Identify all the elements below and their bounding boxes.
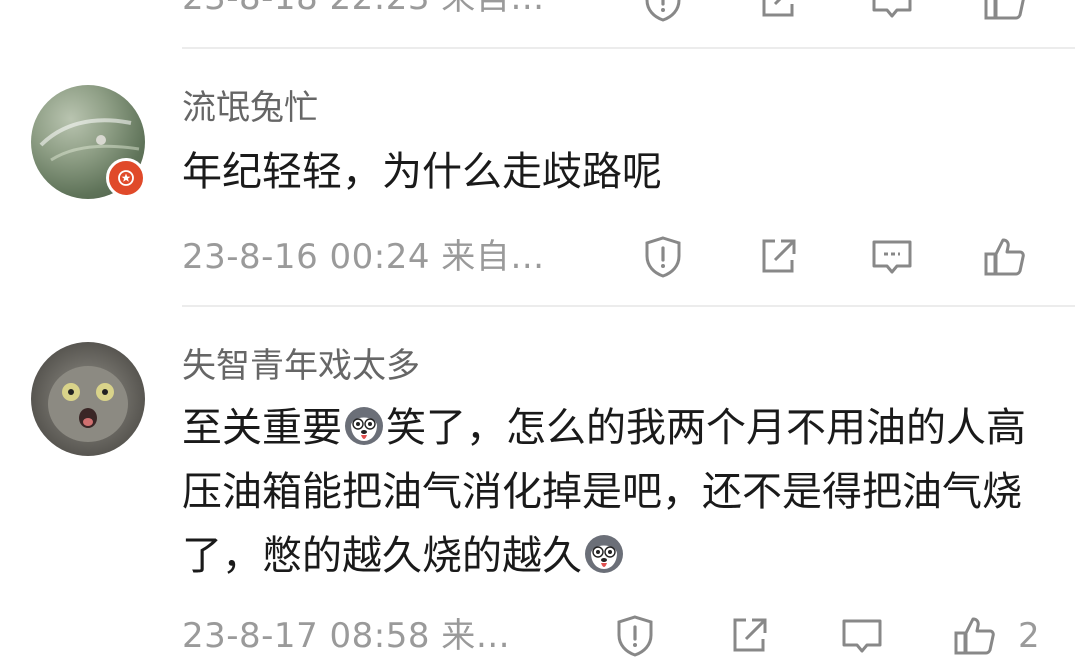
username[interactable]: 流氓兔忙 [182,88,318,128]
share-box-icon [762,0,794,17]
like-button[interactable] [952,613,998,659]
husky-emoji-icon [343,405,385,447]
report-button[interactable] [640,0,686,24]
shield-exclamation-icon [645,0,681,22]
comment-meta: 23-8-16 00:24 来自… [182,237,545,277]
avatar[interactable] [31,342,145,456]
comment-partial-top: 23-8-18 22:23 来自… [0,0,1075,48]
star-badge-icon [106,158,146,198]
report-button[interactable] [612,613,658,659]
share-button[interactable] [726,613,772,659]
thumbs-up-icon [984,0,1025,20]
comment-bubble-icon [842,619,882,653]
reply-button[interactable] [869,0,915,24]
report-button[interactable] [640,234,686,280]
thumbs-up-icon [954,617,995,655]
like-button[interactable] [982,234,1028,280]
shield-exclamation-icon [617,615,653,657]
username[interactable]: 失智青年戏太多 [182,346,420,386]
comment-text-part: 至关重要 [182,405,342,451]
share-box-icon [733,618,767,652]
reply-button[interactable] [869,234,915,280]
comment-item: 失智青年戏太多 至关重要 笑了，怎么的我两个月不用油的人高压油箱能把油气消化掉是吧… [0,306,1075,659]
comment-item: 流氓兔忙 年纪轻轻，为什么走歧路呢 23-8-16 00:24 来自… [0,48,1075,306]
like-button[interactable] [982,0,1028,24]
like-count: 2 [1018,616,1041,656]
comment-meta: 23-8-18 22:23 来自… [182,0,545,18]
share-box-icon [762,239,796,273]
share-button[interactable] [755,234,801,280]
comment-bubble-icon [872,0,912,18]
husky-emoji-icon [583,533,625,575]
reply-button[interactable] [839,613,885,659]
comment-text: 年纪轻轻，为什么走歧路呢 [182,149,662,195]
comment-text: 至关重要 笑了，怎么的我两个月不用油的人高压油箱能把油气消化掉是吧，还不是得把油气… [182,396,1042,588]
shield-exclamation-icon [645,236,681,278]
comment-meta: 23-8-17 08:58 来… [182,616,511,656]
comment-bubble-icon [872,240,912,274]
thumbs-up-icon [984,238,1025,276]
share-button[interactable] [755,0,801,24]
